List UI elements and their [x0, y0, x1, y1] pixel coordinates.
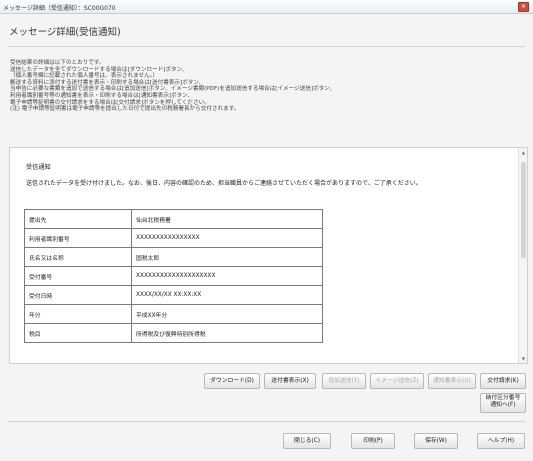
table-row: 受付番号 XXXXXXXXXXXXXXXXXXXX — [24, 266, 323, 286]
table-row: 提出先 仙台北税務署 — [24, 209, 323, 229]
image-send-button[interactable]: イメージ送信(Z) — [370, 373, 424, 389]
print-button[interactable]: 印刷(P) — [351, 433, 395, 449]
row-value: XXXXXXXXXXXXXXXXXXXX — [131, 266, 323, 286]
scroll-up-icon[interactable]: ▲ — [522, 150, 525, 155]
row-label: 年分 — [24, 304, 132, 324]
info-text: 受信結果の詳細は以下のとおりです。 送信したデータを全てダウンロードする場合は[… — [10, 60, 510, 113]
scroll-down-icon[interactable]: ▼ — [522, 356, 525, 361]
row-value: XXXXXXXXXXXXXXXX — [131, 228, 323, 248]
close-button[interactable]: 閉じる(C) — [283, 433, 331, 449]
notice-doc-button[interactable]: 通知書表示(U) — [428, 373, 476, 389]
row-value: 国税太郎 — [131, 247, 323, 267]
row-label: 受付番号 — [24, 266, 132, 286]
info-line: 利用者識別番号等の通知書を表示・印刷する場合は[通知書表示]ボタン、 — [10, 92, 194, 99]
close-window-icon[interactable]: ✕ — [518, 2, 529, 12]
divider — [8, 46, 525, 47]
save-button[interactable]: 保存(W) — [414, 433, 458, 449]
row-value: 平成XX年分 — [131, 304, 323, 324]
notice-text: 送信されたデータを受け付けました。なお、後日、内容の確認のため、担当職員からご連… — [26, 180, 422, 187]
table-row: 年分 平成XX年分 — [24, 304, 323, 324]
tax-office-label-1: 納付区分番号 — [485, 395, 521, 401]
table-row: 氏名又は名称 国税太郎 — [24, 247, 323, 267]
row-value: XXXX/XX/XX XX:XX:XX — [131, 285, 323, 305]
row-label: 提出先 — [24, 209, 132, 229]
info-line: （個人番号欄に記載された個人番号は、表示されません。） — [10, 73, 159, 80]
page-title: メッセージ詳細(受信通知) — [9, 27, 121, 38]
notice-panel: 受信通知 送信されたデータを受け付けました。なお、後日、内容の確認のため、担当職… — [9, 147, 528, 364]
table-row: 受付日時 XXXX/XX/XX XX:XX:XX — [24, 285, 323, 305]
notice-table: 提出先 仙台北税務署 利用者識別番号 XXXXXXXXXXXXXXXX 氏名又は名称… — [24, 209, 323, 343]
window-titlebar: メッセージ詳細（受信通知）：SC00G070 ✕ — [0, 0, 533, 14]
table-row: 利用者識別番号 XXXXXXXXXXXXXXXX — [24, 228, 323, 248]
download-button[interactable]: ダウンロード(D) — [204, 373, 260, 389]
send-doc-button[interactable]: 送付書表示(X) — [264, 373, 316, 389]
table-row: 税目 所得税及び復興特別所得税 — [24, 323, 323, 343]
info-line: 受信結果の詳細は以下のとおりです。 — [10, 60, 105, 66]
row-label: 税目 — [24, 323, 132, 343]
row-label: 利用者識別番号 — [24, 228, 132, 248]
tax-office-label-2: 通知へ(F) — [490, 402, 516, 408]
row-label: 氏名又は名称 — [24, 247, 132, 267]
window-title: メッセージ詳細（受信通知）：SC00G070 — [3, 5, 116, 12]
info-line: (注) 電子申請等証明書は電子申請等を提出した日付で提出先の税務署長から交付され… — [10, 106, 240, 113]
help-button[interactable]: ヘルプ(H) — [477, 433, 525, 449]
tax-office-notice-button[interactable]: 納付区分番号 通知へ(F) — [480, 393, 526, 413]
notice-title: 受信通知 — [26, 164, 51, 171]
divider — [8, 421, 525, 422]
row-value: 所得税及び復興特別所得税 — [131, 323, 323, 343]
scrollbar-thumb[interactable] — [521, 162, 526, 258]
issue-request-button[interactable]: 交付請求(K) — [480, 373, 526, 389]
info-line: 当申告に必要な書類を追加で送信する場合は[追加送信]ボタン、イメージ書類(PDF… — [10, 86, 336, 93]
row-value: 仙台北税務署 — [131, 209, 323, 229]
scrollbar[interactable]: ▲ ▼ — [518, 148, 527, 363]
row-label: 受付日時 — [24, 285, 132, 305]
add-send-button[interactable]: 追加送信(Y) — [322, 373, 366, 389]
